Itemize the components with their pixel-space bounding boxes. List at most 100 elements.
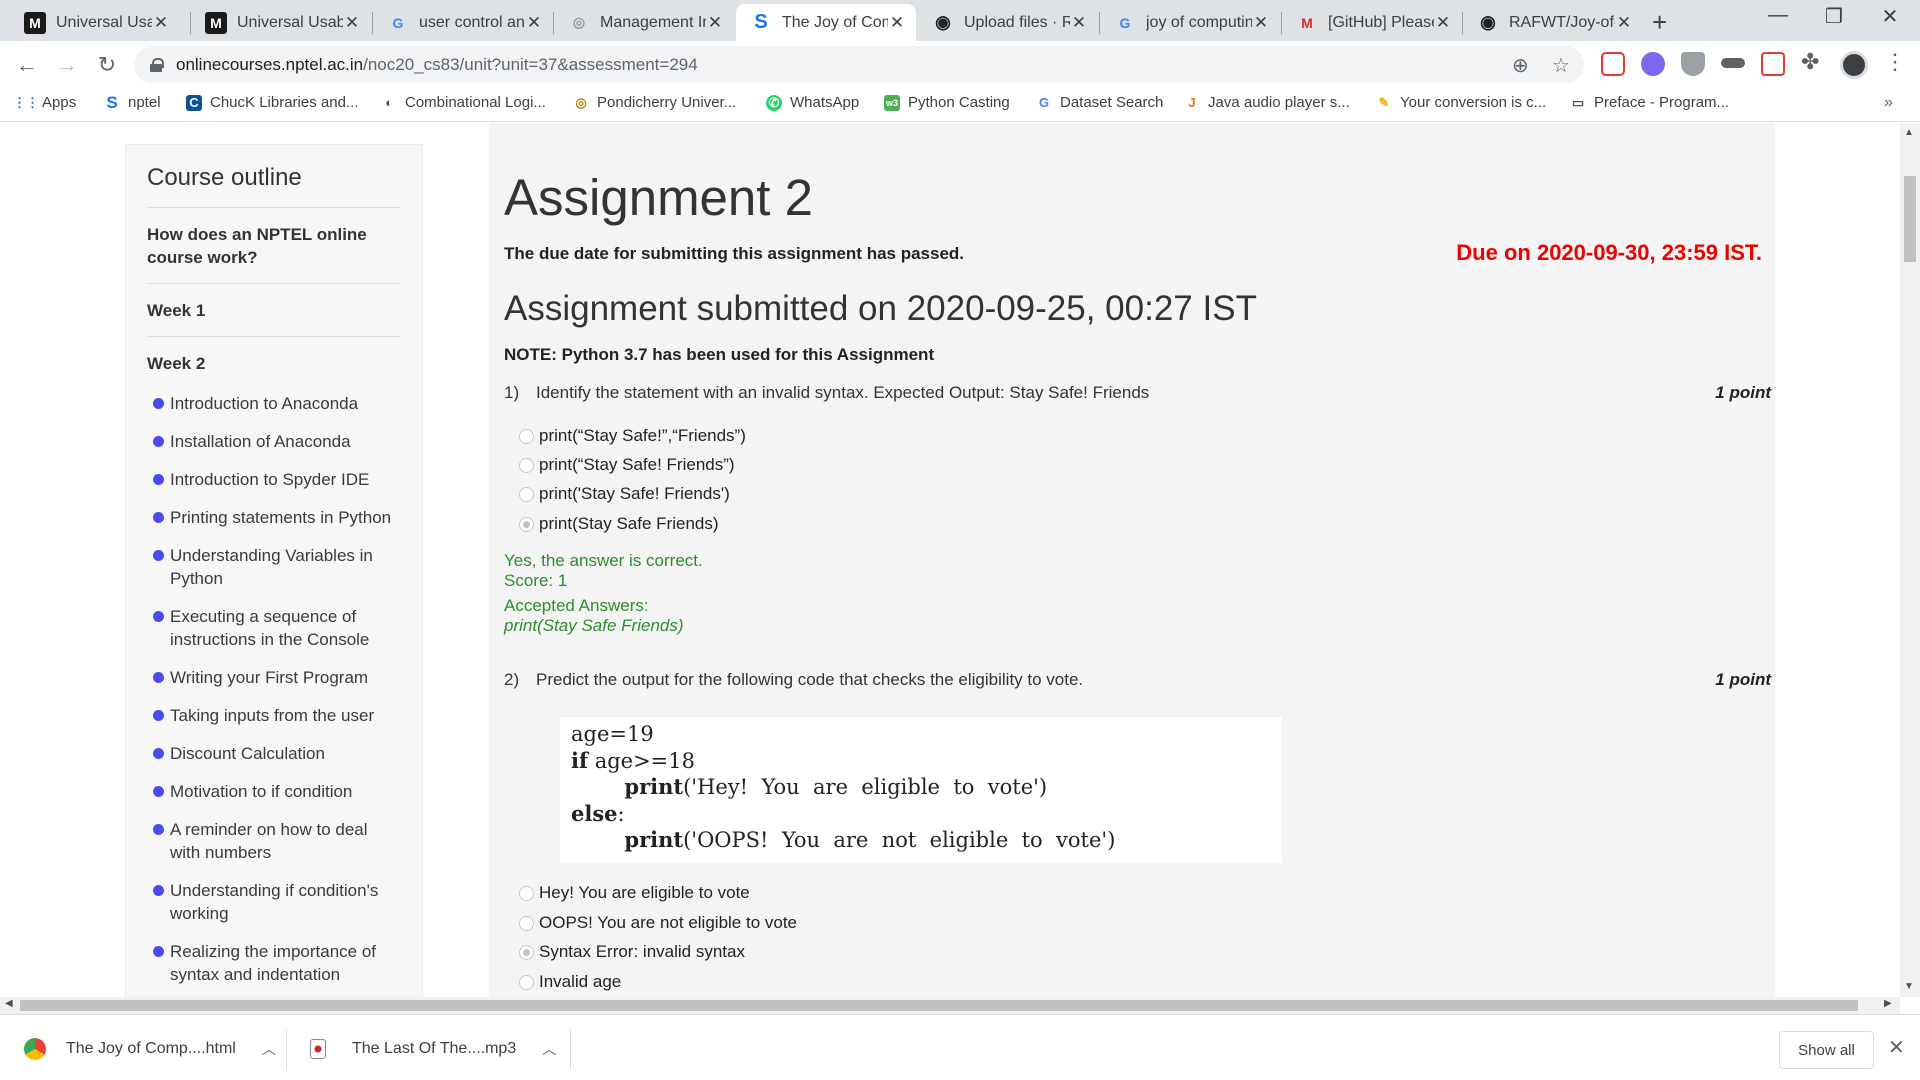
question-2-option-1[interactable]: Hey! You are eligible to vote [519, 883, 750, 903]
question-1-option-3[interactable]: print('Stay Safe! Friends') [519, 484, 730, 504]
scroll-down-icon[interactable]: ▼ [1904, 981, 1914, 992]
bookmark-pondicherry[interactable]: ◎ Pondicherry Univer... [573, 94, 736, 111]
restore-icon[interactable]: ❐ [1814, 4, 1854, 29]
question-2-option-3[interactable]: Syntax Error: invalid syntax [519, 942, 745, 962]
bookmark-java-audio[interactable]: J Java audio player s... [1184, 94, 1349, 111]
sidebar-section-week-1[interactable]: Week 1 [147, 284, 401, 337]
extensions-puzzle-icon[interactable]: ✤ [1801, 49, 1825, 74]
screen-capture-icon[interactable] [1761, 52, 1785, 76]
bookmark-dataset-search[interactable]: G Dataset Search [1036, 94, 1163, 111]
radio-button-selected[interactable] [519, 516, 534, 532]
chevron-up-icon[interactable]: ︿ [542, 1039, 556, 1059]
sidebar-item[interactable]: Introduction to Spyder IDE [153, 468, 401, 491]
shield-icon[interactable] [1681, 52, 1705, 76]
sidebar-section-week-2[interactable]: Week 2 [147, 337, 401, 381]
close-tab-icon[interactable]: ✕ [343, 13, 361, 33]
forward-arrow-icon[interactable]: → [52, 50, 82, 80]
question-1-option-2[interactable]: print(“Stay Safe! Friends”) [519, 455, 735, 475]
w3schools-icon: w3 [884, 94, 900, 111]
radio-button[interactable] [519, 428, 534, 444]
sidebar-item[interactable]: Taking inputs from the user [153, 704, 401, 727]
radio-button[interactable] [519, 885, 534, 901]
sidebar-item[interactable]: Printing statements in Python [153, 506, 401, 529]
sidebar-item[interactable]: Installation of Anaconda [153, 430, 401, 453]
scroll-left-icon[interactable]: ◀ [5, 998, 13, 1009]
profile-avatar[interactable] [1840, 51, 1868, 79]
extension-icon[interactable] [1641, 52, 1665, 76]
bookmark-combinational-logic[interactable]: ◐ Combinational Logi... [381, 94, 546, 111]
tab-user-control[interactable]: G user control and freedom ✕ [373, 4, 553, 41]
whatsapp-icon: ✆ [766, 94, 782, 111]
code-line: age=19 [571, 722, 654, 746]
sidebar-item[interactable]: Executing a sequence of instructions in … [153, 605, 401, 651]
horizontal-scrollbar[interactable]: ◀ ▶ [0, 997, 1900, 1014]
horizontal-scroll-thumb[interactable] [20, 1000, 1858, 1011]
tab-upload-files[interactable]: ◉ Upload files · RAFWT ✕ [918, 4, 1098, 41]
question-1-option-1[interactable]: print(“Stay Safe!”,“Friends”) [519, 426, 746, 446]
download-item-html[interactable]: The Joy of Comp....html ︿ [24, 1029, 276, 1069]
chevron-up-icon[interactable]: ︿ [262, 1039, 276, 1059]
lock-icon[interactable] [150, 57, 164, 72]
tab-joy-search[interactable]: G joy of computing ✕ [1100, 4, 1280, 41]
menu-kebab-icon[interactable]: ⋮ [1884, 49, 1906, 75]
bookmarks-overflow-icon[interactable]: » [1884, 94, 1893, 112]
zoom-icon[interactable]: ⊕ [1512, 53, 1529, 78]
sidebar-item[interactable]: Writing your First Program [153, 666, 401, 689]
question-1-option-4[interactable]: print(Stay Safe Friends) [519, 514, 719, 534]
scroll-up-icon[interactable]: ▲ [1904, 127, 1914, 138]
sidebar-item[interactable]: A reminder on how to deal with numbers [153, 818, 401, 864]
address-bar[interactable]: onlinecourses.nptel.ac.in/noc20_cs83/uni… [134, 46, 1584, 83]
minimize-icon[interactable]: — [1758, 4, 1798, 27]
question-2-option-2[interactable]: OOPS! You are not eligible to vote [519, 913, 797, 933]
bookmark-label: WhatsApp [790, 94, 860, 111]
close-download-bar-icon[interactable]: ✕ [1888, 1035, 1905, 1060]
radio-button[interactable] [519, 915, 534, 931]
sidebar-item[interactable]: Motivation to if condition [153, 780, 401, 803]
close-tab-icon[interactable]: ✕ [706, 13, 724, 33]
bookmark-nptel[interactable]: Snptel [104, 93, 160, 112]
bookmark-python-casting[interactable]: w3 Python Casting [884, 94, 1010, 111]
tab-management-info[interactable]: ◎ Management Information ✕ [554, 4, 734, 41]
sidebar-item[interactable]: Understanding Variables in Python [153, 544, 401, 590]
close-tab-icon[interactable]: ✕ [525, 13, 543, 33]
tab-github-verify[interactable]: M [GitHub] Please verify ✕ [1282, 4, 1462, 41]
pocket-extension-icon[interactable] [1601, 52, 1625, 76]
download-item-mp3[interactable]: The Last Of The....mp3 ︿ [310, 1029, 556, 1069]
sidebar-section-how-it-works[interactable]: How does an NPTEL online course work? [147, 208, 401, 284]
sidebar-item[interactable]: Discount Calculation [153, 742, 401, 765]
glasses-extension-icon[interactable] [1721, 58, 1745, 68]
back-arrow-icon[interactable]: ← [12, 50, 42, 80]
radio-button-selected[interactable] [519, 944, 534, 960]
bookmark-whatsapp[interactable]: ✆ WhatsApp [766, 94, 859, 111]
radio-button[interactable] [519, 457, 534, 473]
tab-universal-usability-2[interactable]: M Universal Usability ✕ [191, 4, 371, 41]
tab-universal-usability-1[interactable]: M Universal Usability ✕ [10, 4, 180, 41]
tab-rafwt-repo[interactable]: ◉ RAFWT/Joy-of-Computing ✕ [1463, 4, 1643, 41]
tab-joy-of-computing[interactable]: S The Joy of Computing ✕ [736, 4, 916, 41]
bookmark-preface[interactable]: ▭ Preface - Program... [1570, 94, 1729, 111]
bookmark-conversion[interactable]: ✎ Your conversion is c... [1376, 94, 1547, 111]
new-tab-button[interactable]: + [1652, 7, 1667, 38]
reload-icon[interactable]: ↻ [92, 50, 122, 80]
scroll-right-icon[interactable]: ▶ [1884, 998, 1892, 1009]
close-tab-icon[interactable]: ✕ [152, 13, 170, 33]
vertical-scrollbar[interactable]: ▲ ▼ [1900, 123, 1920, 997]
close-window-icon[interactable]: ✕ [1870, 4, 1910, 29]
radio-button[interactable] [519, 974, 534, 990]
show-all-downloads-button[interactable]: Show all [1779, 1031, 1874, 1069]
bookmark-star-icon[interactable]: ☆ [1552, 53, 1570, 78]
code-keyword: print [624, 827, 684, 852]
close-tab-icon[interactable]: ✕ [1252, 13, 1270, 33]
close-tab-icon[interactable]: ✕ [888, 13, 906, 33]
sidebar-item[interactable]: Realizing the importance of syntax and i… [153, 940, 401, 986]
question-2-option-4[interactable]: Invalid age [519, 972, 621, 992]
bookmark-chuck[interactable]: C ChucK Libraries and... [186, 94, 358, 111]
close-tab-icon[interactable]: ✕ [1615, 13, 1633, 33]
close-tab-icon[interactable]: ✕ [1434, 13, 1452, 33]
radio-button[interactable] [519, 486, 534, 502]
sidebar-item[interactable]: Introduction to Anaconda [153, 392, 401, 415]
vertical-scroll-thumb[interactable] [1904, 176, 1916, 262]
close-tab-icon[interactable]: ✕ [1070, 13, 1088, 33]
sidebar-item[interactable]: Understanding if condition's working [153, 879, 401, 925]
bookmark-apps[interactable]: ⋮⋮ Apps [13, 94, 76, 111]
